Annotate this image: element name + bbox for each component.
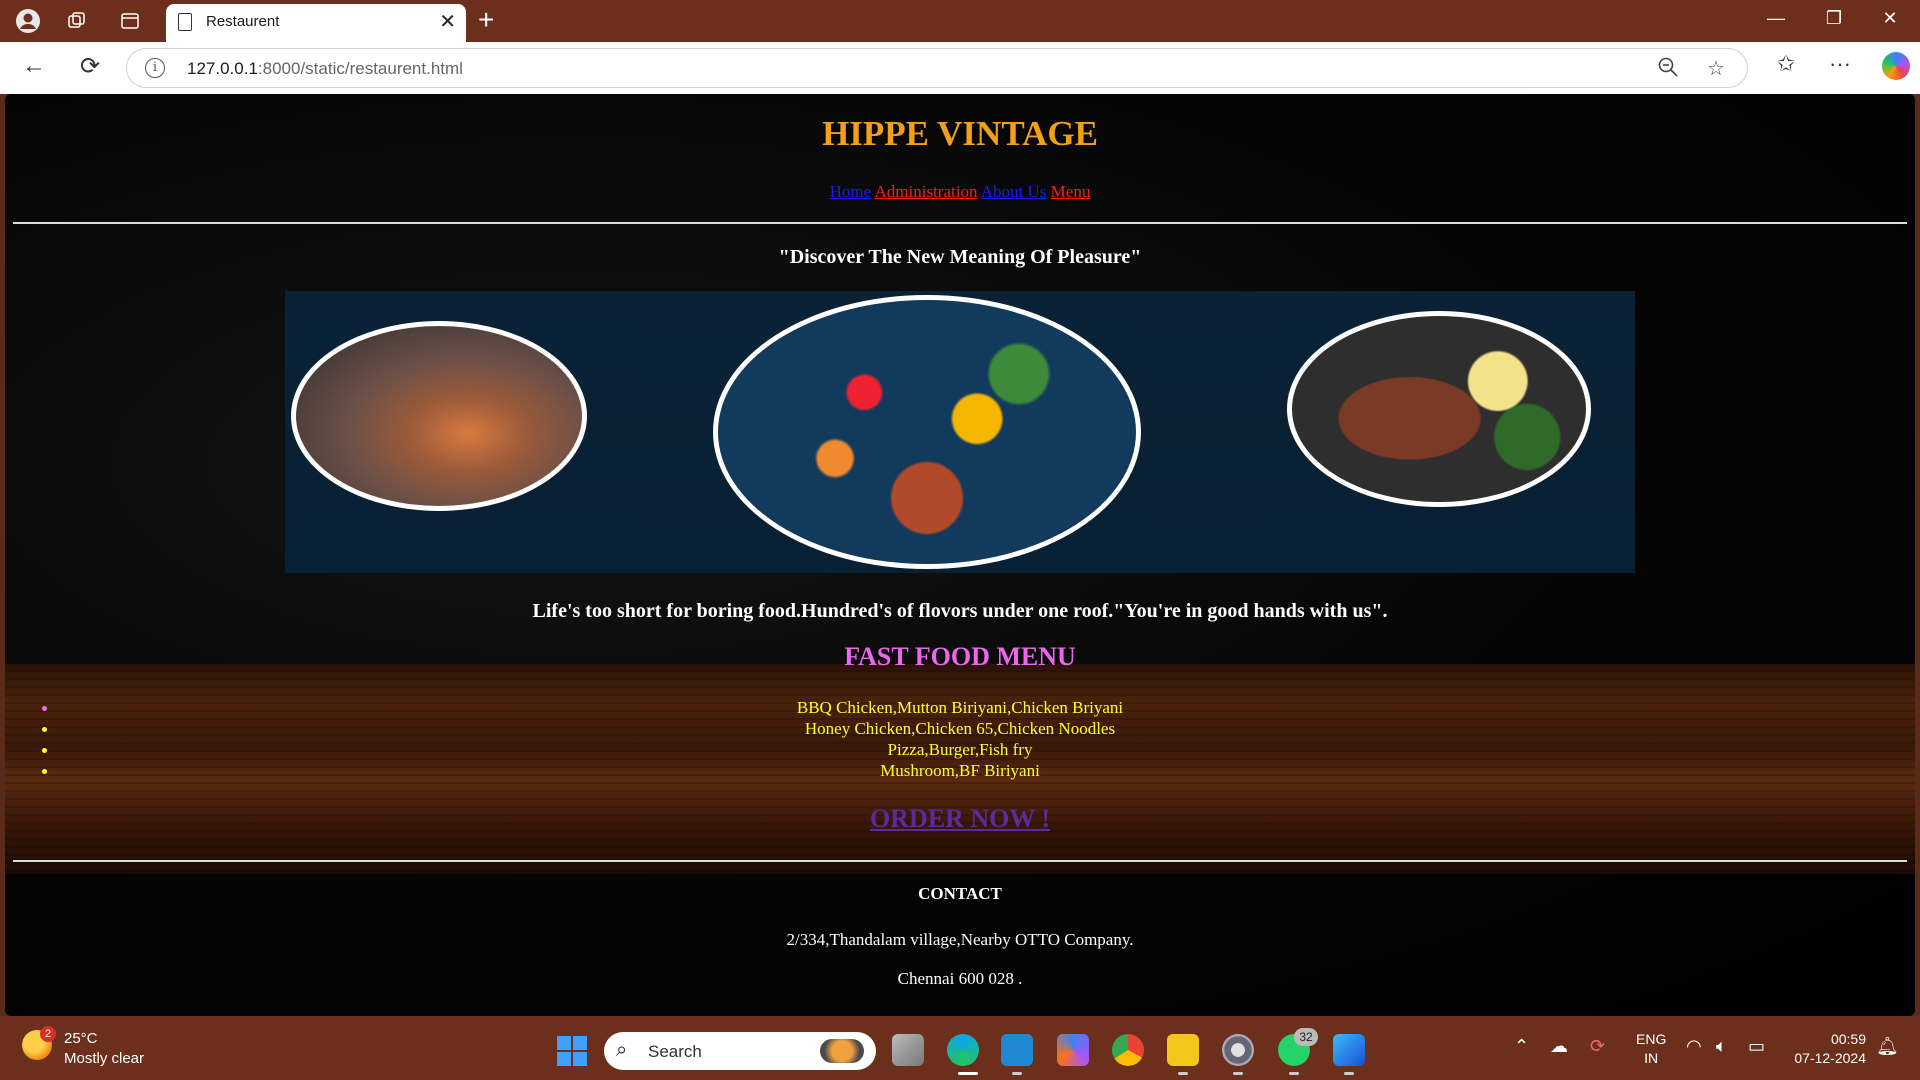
wifi-icon[interactable]: ◠ [1686,1036,1702,1057]
steak-plate-image [1287,311,1591,507]
chrome-icon[interactable] [1112,1034,1144,1066]
more-options-icon[interactable]: ··· [1824,51,1856,77]
paint-icon[interactable] [1333,1034,1365,1066]
close-window-icon[interactable]: ✕ [1870,8,1910,29]
favorite-star-icon[interactable]: ☆ [1707,56,1725,81]
running-indicator [1012,1072,1022,1075]
main-nav: Home Administration About Us Menu [5,182,1915,202]
site-info-icon[interactable]: i [145,58,165,78]
clock[interactable]: 00:59 07-12-2024 [1786,1030,1866,1068]
search-placeholder: Search [648,1042,702,1061]
search-highlight-icon [820,1039,864,1063]
running-indicator [1344,1072,1354,1075]
site-title: HIPPE VINTAGE [822,114,1098,153]
copilot-icon[interactable] [1882,52,1910,80]
minimize-icon[interactable]: — [1756,8,1796,29]
divider-top [13,222,1907,224]
nav-home[interactable]: Home [830,182,872,201]
browser-titlebar: Restaurent ✕ + — ❐ ✕ [0,0,1920,42]
taskbar-search[interactable]: ⌕ Search [604,1032,876,1070]
notification-bell-icon[interactable]: 🔔︎ [1876,1036,1899,1057]
weather-temperature[interactable]: 25°C [64,1030,98,1047]
whatsapp-badge: 32 [1294,1028,1318,1046]
url-text[interactable]: 127.0.0.1:8000/static/restaurent.html [187,59,463,79]
zoom-icon[interactable] [1657,56,1679,84]
new-tab-button[interactable]: + [478,4,494,36]
weather-condition[interactable]: Mostly clear [64,1050,144,1067]
tab-actions-icon[interactable] [116,8,144,34]
start-button[interactable] [557,1036,587,1066]
favorites-icon[interactable]: ✩ [1770,51,1802,77]
back-icon[interactable]: ← [18,52,50,80]
volume-icon[interactable]: 🔈︎ [1716,1036,1727,1057]
show-hidden-icons-icon[interactable]: ⌃ [1514,1036,1529,1057]
nav-about-us[interactable]: About Us [981,182,1047,201]
file-explorer-icon[interactable] [1167,1034,1199,1066]
browser-toolbar: ← ⟳ i 127.0.0.1:8000/static/restaurent.h… [0,42,1920,94]
divider-bottom [13,860,1907,862]
restore-icon[interactable]: ❐ [1814,8,1854,29]
weather-badge: 2 [40,1026,56,1042]
settings-icon[interactable] [1222,1034,1254,1066]
address-line-2: Chennai 600 028 . [897,969,1023,988]
battery-icon[interactable]: ▭ [1748,1036,1765,1057]
nav-menu[interactable]: Menu [1051,182,1091,201]
onedrive-icon[interactable]: ☁ [1550,1036,1568,1057]
address-bar[interactable]: i 127.0.0.1:8000/static/restaurent.html … [126,48,1748,88]
sync-icon[interactable]: ⟳ [1590,1036,1605,1057]
list-item: Pizza,Burger,Fish fry [5,740,1915,761]
slogan-text: Life's too short for boring food.Hundred… [532,600,1388,622]
copilot-app-icon[interactable] [1057,1034,1089,1066]
task-view-icon[interactable] [892,1034,924,1066]
seafood-plate-image [291,321,587,511]
contact-heading: CONTACT [918,884,1002,903]
list-item: Mushroom,BF Biriyani [5,761,1915,782]
tagline: "Discover The New Meaning Of Pleasure" [778,246,1142,268]
active-indicator [958,1072,978,1075]
food-banner-image [285,291,1635,573]
language-indicator[interactable]: ENG IN [1636,1030,1666,1068]
order-now-link[interactable]: ORDER NOW ! [5,804,1915,834]
nav-administration[interactable]: Administration [875,182,978,201]
fast-food-menu-heading: FAST FOOD MENU [844,642,1076,671]
table-spread-image [713,295,1141,569]
menu-list: BBQ Chicken,Mutton Biriyani,Chicken Briy… [5,698,1915,782]
vscode-icon[interactable] [1001,1034,1033,1066]
list-item: BBQ Chicken,Mutton Biriyani,Chicken Briy… [5,698,1915,719]
reload-icon[interactable]: ⟳ [74,52,106,81]
list-item: Honey Chicken,Chicken 65,Chicken Noodles [5,719,1915,740]
close-tab-icon[interactable]: ✕ [439,9,456,34]
taskbar: 2 25°C Mostly clear ⌕ Search 32 ⌃ ☁ ⟳ EN… [0,1016,1920,1080]
tab-title: Restaurent [206,13,280,30]
tab-restaurent[interactable]: Restaurent ✕ [166,4,466,42]
workspaces-icon[interactable] [62,8,90,34]
page-icon [178,13,192,31]
running-indicator [1178,1072,1188,1075]
address-line-1: 2/334,Thandalam village,Nearby OTTO Comp… [786,930,1134,949]
search-icon: ⌕ [616,1039,628,1061]
running-indicator [1289,1072,1299,1075]
edge-icon[interactable] [947,1034,979,1066]
page-viewport: HIPPE VINTAGE Home Administration About … [5,94,1915,1016]
running-indicator [1233,1072,1243,1075]
profile-icon[interactable] [14,8,42,34]
